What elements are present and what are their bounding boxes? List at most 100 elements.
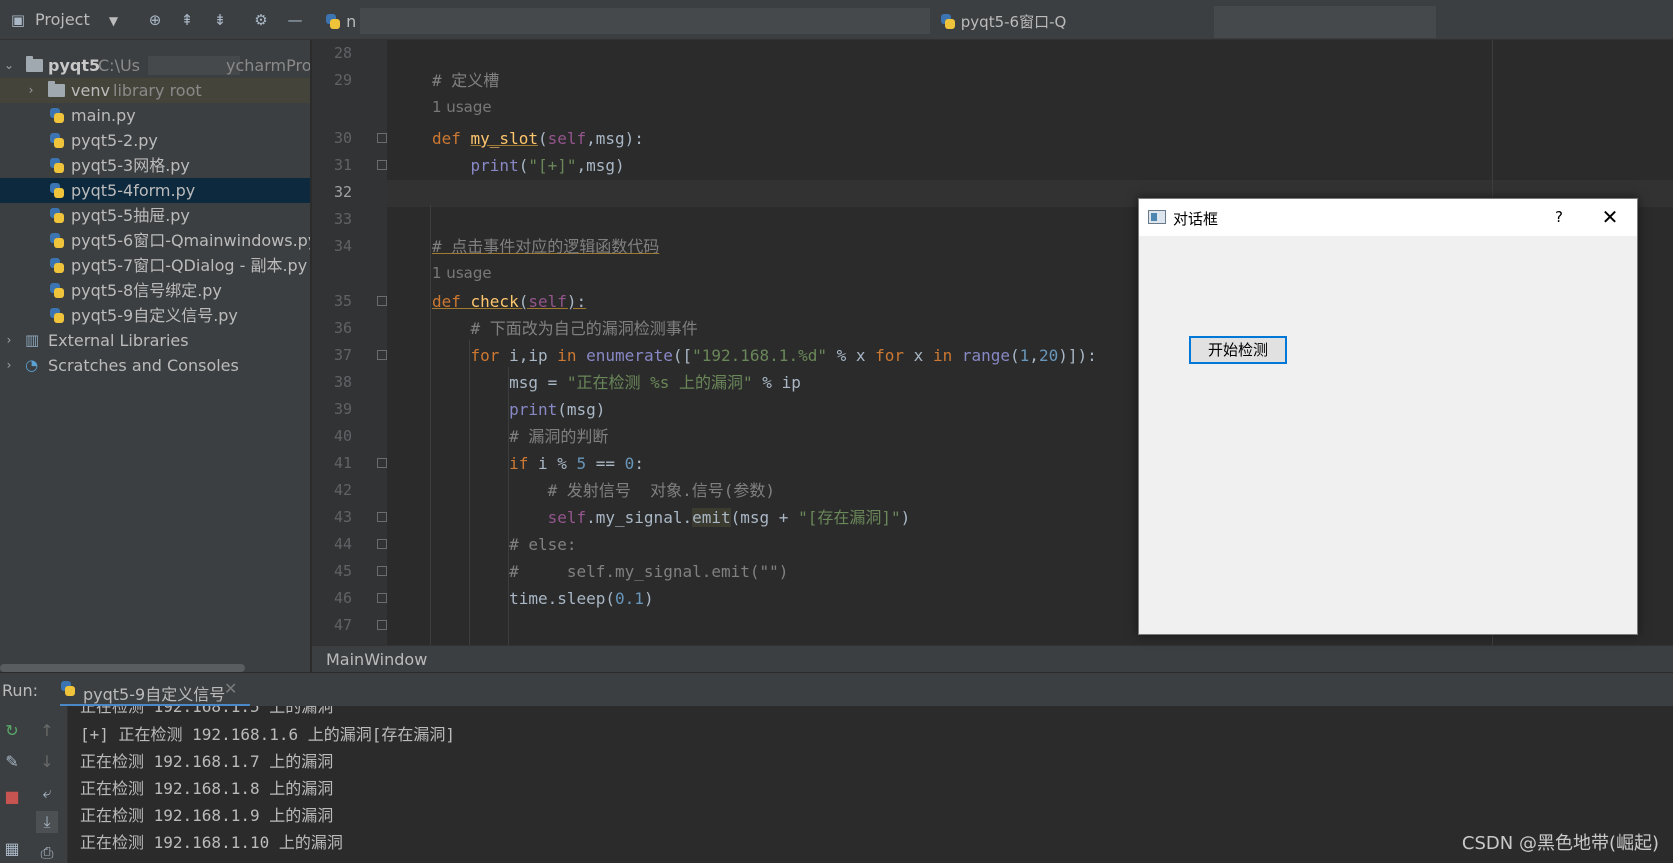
console-line: [+] 正在检测 192.168.1.6 上的漏洞[存在漏洞] <box>80 725 456 744</box>
console-line: 正在检测 192.168.1.7 上的漏洞 <box>80 752 334 771</box>
project-view-dropdown[interactable]: Project ▼ <box>35 10 118 30</box>
chevron-right-icon[interactable]: › <box>25 78 37 103</box>
tree-file[interactable]: pyqt5-5抽屉.py <box>0 203 310 228</box>
chevron-right-icon[interactable]: › <box>3 353 15 378</box>
scroll-to-end-icon[interactable]: ⤓ <box>36 811 58 833</box>
soft-wrap-icon[interactable]: ⤶ <box>36 782 58 804</box>
line-number: 28 <box>333 44 352 62</box>
stop-icon[interactable]: ■ <box>1 786 23 808</box>
chevron-down-icon[interactable]: ⌄ <box>3 53 15 78</box>
editor-tab-main[interactable]: n <box>325 10 356 31</box>
collapse-all-icon[interactable]: ⇟ <box>211 11 229 29</box>
code-line: for i,ip in enumerate(["192.168.1.%d" % … <box>470 346 1097 365</box>
line-number: 37 <box>333 346 352 364</box>
line-number: 44 <box>333 535 352 553</box>
project-view-icon: ▣ <box>10 11 26 29</box>
tree-file-label: pyqt5-2.py <box>71 131 158 150</box>
folder-icon <box>26 56 43 72</box>
help-button[interactable]: ? <box>1547 206 1571 228</box>
fold-marker-icon[interactable] <box>377 296 387 306</box>
usage-hint[interactable]: 1 usage <box>432 260 492 287</box>
run-toolbar: ↻ ↑ ✎ ↓ ■ ⤶ ⤓ ▦ ⎙ <box>0 706 68 863</box>
tree-item-label: Scratches and Consoles <box>48 356 239 375</box>
editor-tab-pyqt5-6[interactable]: pyqt5-6窗口-Q <box>940 10 1066 31</box>
fold-marker-icon[interactable] <box>377 593 387 603</box>
fold-marker-icon[interactable] <box>377 566 387 576</box>
horizontal-scrollbar[interactable] <box>0 664 245 672</box>
run-tab[interactable]: pyqt5-9自定义信号 ✕ <box>60 673 250 707</box>
line-number: 34 <box>333 237 352 255</box>
tree-file[interactable]: pyqt5-2.py <box>0 128 310 153</box>
console-line: 正在检测 192.168.1.10 上的漏洞 <box>80 833 343 852</box>
code-line: # else: <box>509 535 577 554</box>
chevron-right-icon[interactable]: › <box>3 328 15 353</box>
line-number: 31 <box>333 156 352 174</box>
console-line: 正在检测 192.168.1.9 上的漏洞 <box>80 806 334 825</box>
python-file-icon <box>940 13 956 30</box>
line-number: 30 <box>333 129 352 147</box>
python-file-icon <box>49 182 65 199</box>
tree-file[interactable]: pyqt5-9自定义信号.py <box>0 303 310 328</box>
line-number: 47 <box>333 616 352 634</box>
line-number: 42 <box>333 481 352 499</box>
usage-hint[interactable]: 1 usage <box>432 94 492 121</box>
fold-marker-icon[interactable] <box>377 160 387 170</box>
run-console[interactable]: 正在检测 192.168.1.5 上的漏洞 [+] 正在检测 192.168.1… <box>68 706 1673 863</box>
hide-panel-icon[interactable]: — <box>286 11 304 29</box>
fold-marker-icon[interactable] <box>377 350 387 360</box>
tree-file[interactable]: pyqt5-6窗口-Qmainwindows.py <box>0 228 311 253</box>
arrow-down-icon[interactable]: ↓ <box>36 751 58 773</box>
tree-file[interactable]: main.py <box>0 103 310 128</box>
run-panel-header: Run: pyqt5-9自定义信号 ✕ <box>0 672 1673 707</box>
project-view-label: Project <box>35 10 90 29</box>
arrow-up-icon[interactable]: ↑ <box>36 720 58 742</box>
tree-item-scratches[interactable]: › ◔ Scratches and Consoles <box>0 353 310 378</box>
layout-icon[interactable]: ▦ <box>1 838 23 860</box>
line-number: 46 <box>333 589 352 607</box>
line-number: 35 <box>333 292 352 310</box>
tree-root-path-tail: ycharmProje <box>226 56 311 75</box>
code-line: time.sleep(0.1) <box>432 589 654 608</box>
code-line: print(msg) <box>509 400 606 419</box>
gear-icon[interactable]: ⚙ <box>252 11 270 29</box>
tree-file[interactable]: pyqt5-7窗口-QDialog - 副本.py <box>0 253 310 278</box>
tree-file[interactable]: pyqt5-3网格.py <box>0 153 310 178</box>
python-file-icon <box>49 282 65 299</box>
print-icon[interactable]: ⎙ <box>36 842 58 863</box>
chevron-down-icon: ▼ <box>108 14 119 28</box>
expand-all-icon[interactable]: ⇞ <box>178 11 196 29</box>
scratches-icon: ◔ <box>25 356 39 374</box>
tree-file-label: pyqt5-4form.py <box>71 181 196 200</box>
breadcrumb[interactable]: MainWindow <box>312 645 1673 672</box>
code-line: # 漏洞的判断 <box>509 427 609 446</box>
fold-marker-icon[interactable] <box>377 512 387 522</box>
tree-file-label: pyqt5-6窗口-Qmainwindows.py <box>71 231 311 250</box>
tree-file[interactable]: pyqt5-8信号绑定.py <box>0 278 310 303</box>
wrench-icon[interactable]: ✎ <box>1 751 23 773</box>
locate-file-icon[interactable]: ⊕ <box>146 11 164 29</box>
code-line: # self.my_signal.emit("") <box>509 562 789 581</box>
tree-item-external-libraries[interactable]: › ▥ External Libraries <box>0 328 310 353</box>
tree-file-selected[interactable]: pyqt5-4form.py <box>0 178 310 203</box>
tree-file-label: pyqt5-8信号绑定.py <box>71 281 222 300</box>
fold-marker-icon[interactable] <box>377 458 387 468</box>
fold-marker-icon[interactable] <box>377 620 387 630</box>
dialog-title-bar[interactable]: 对话框 ? ✕ <box>1139 199 1637 236</box>
python-file-icon <box>49 207 65 224</box>
close-icon[interactable]: ✕ <box>224 679 237 698</box>
line-number: 36 <box>333 319 352 337</box>
close-icon[interactable]: ✕ <box>1597 204 1623 230</box>
window-icon <box>1148 210 1166 224</box>
tree-root-pyqt5[interactable]: ⌄ pyqt5 C:\Us ycharmProje <box>0 53 311 78</box>
python-file-icon <box>325 13 341 30</box>
blurred-region <box>1214 6 1436 38</box>
fold-marker-icon[interactable] <box>377 539 387 549</box>
code-line: # 下面改为自己的漏洞检测事件 <box>470 319 698 338</box>
fold-marker-icon[interactable] <box>377 133 387 143</box>
python-file-icon <box>49 107 65 124</box>
code-line: # 点击事件对应的逻辑函数代码 <box>432 237 660 256</box>
rerun-icon[interactable]: ↻ <box>1 720 23 742</box>
python-file-icon <box>60 680 76 697</box>
tree-item-venv[interactable]: › venv library root <box>0 78 310 103</box>
start-detection-button[interactable]: 开始检测 <box>1189 336 1287 364</box>
